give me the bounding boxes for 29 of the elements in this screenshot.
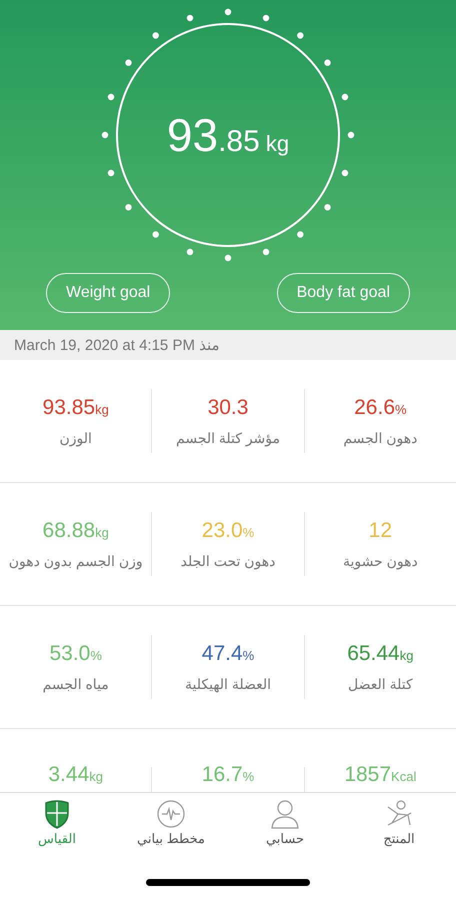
metric-value: 26.6% [354,396,407,420]
metric-value: 53.0% [49,642,102,666]
metric-value: 65.44kg [347,642,414,666]
metric-label: دهون حشوية [342,552,418,570]
metric-label: العضلة الهيكلية [185,676,272,692]
metric-value: 93.85kg [42,396,109,420]
metric-value: 23.0% [202,518,254,542]
metric-label: دهون تحت الجلد [180,552,276,570]
metric-label: الوزن [59,430,92,446]
metric-value: 16.7% [202,763,254,787]
person-icon [270,799,300,829]
metric-value: 12 [368,518,392,542]
tab[interactable]: المنتج [342,799,456,859]
metric-label: كتلة العضل [348,676,413,692]
metric-label: مياه الجسم [42,676,109,692]
metric-value: 3.44kg [48,763,103,787]
metric-value: 68.88kg [42,518,109,542]
heartbeat-icon [156,799,186,829]
measurement-date: March 19, 2020 at 4:15 PM منذ [14,336,220,354]
weight-reading: 93.85 kg [166,108,290,162]
tab[interactable]: القياس [0,799,114,859]
tab[interactable]: حسابي [228,799,342,859]
metric-label: دهون الجسم [343,430,418,446]
metric-value: 47.4% [202,642,254,666]
metric-value: 1857Kcal [344,763,416,787]
tab[interactable]: مخطط بياني [114,799,228,859]
metric-label: وزن الجسم بدون دهون [8,552,143,570]
metric-label: مؤشر كتلة الجسم [176,430,280,446]
metric-value: 30.3 [208,396,248,420]
